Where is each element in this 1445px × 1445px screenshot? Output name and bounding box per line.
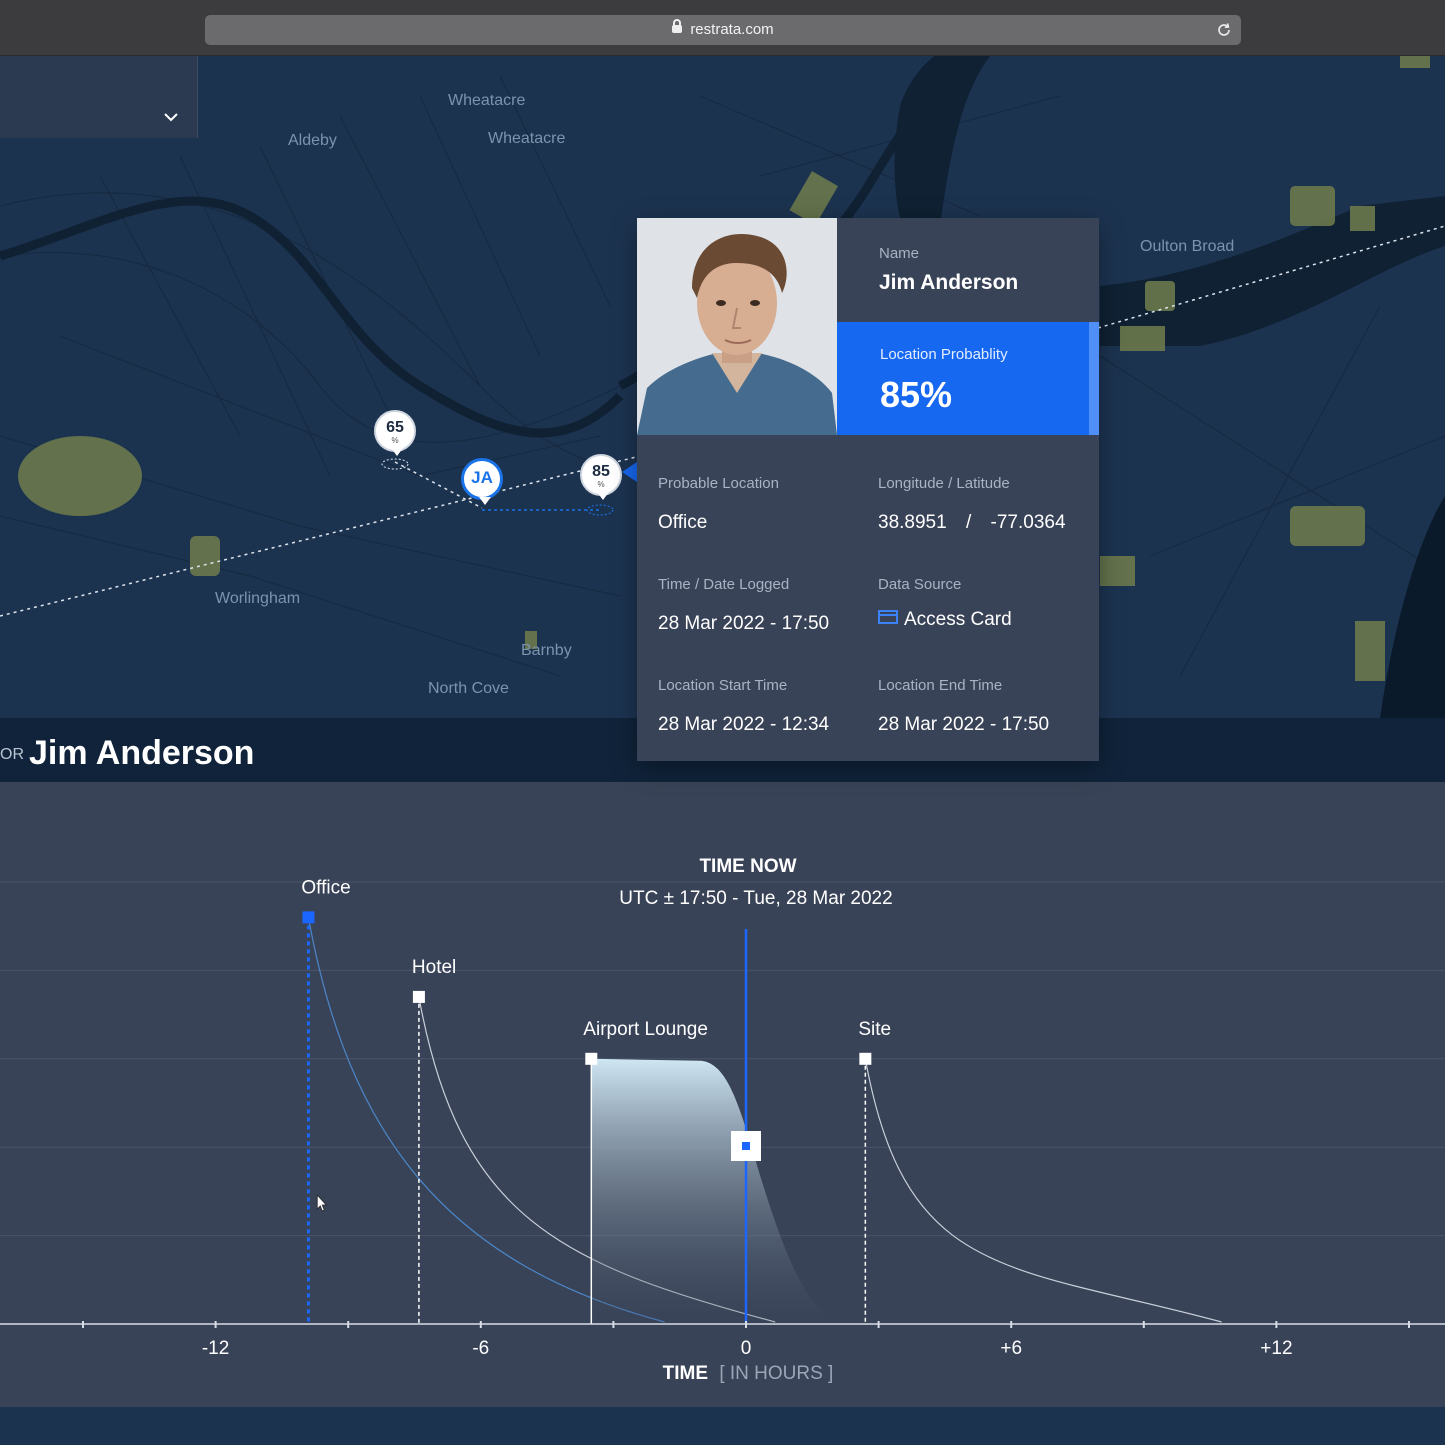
x-axis-label: TIME: [663, 1363, 708, 1384]
person-name: Jim Anderson: [879, 271, 1019, 294]
access-card-icon: [878, 610, 898, 624]
series-marker: [412, 990, 425, 1003]
data-source-label: Data Source: [878, 576, 962, 593]
person-pin[interactable]: JA: [461, 458, 503, 505]
reload-icon[interactable]: [1215, 21, 1233, 39]
probability-edge: [1089, 322, 1099, 435]
series-area: [591, 1058, 841, 1324]
x-tick-label: -12: [202, 1338, 229, 1359]
pin-value: 85: [592, 463, 610, 480]
series-label: Hotel: [412, 957, 456, 978]
map-place-label: Worlingham: [215, 590, 301, 607]
map-place-label: Aldeby: [288, 132, 337, 149]
probability-section: Location Probablity 85%: [837, 322, 1099, 435]
person-photo: [637, 218, 837, 435]
title-prefix: OR: [0, 746, 24, 763]
start-time-label: Location Start Time: [658, 677, 788, 694]
chart-subtitle: UTC ± 17:50 - Tue, 28 Mar 2022: [619, 888, 892, 909]
probable-location-value: Office: [658, 512, 708, 533]
address-bar[interactable]: restrata.com: [205, 15, 1241, 45]
svg-text:TIME [ IN HOURS ]: TIME [ IN HOURS ]: [663, 1363, 834, 1384]
map-footer: [0, 1407, 1445, 1445]
pin-value: 65: [386, 419, 404, 436]
probability-label: Location Probablity: [880, 346, 1008, 363]
latitude-value: -77.0364: [990, 512, 1066, 533]
chevron-down-icon: [164, 113, 178, 122]
map-place-label: Wheatacre: [448, 92, 526, 109]
person-name-heading: Jim Anderson: [29, 734, 255, 772]
pin-unit: %: [597, 480, 605, 489]
series-label: Airport Lounge: [583, 1019, 708, 1040]
name-section: Name Jim Anderson: [837, 218, 1099, 322]
browser-toolbar: restrata.com: [0, 0, 1445, 56]
lock-icon: [672, 19, 683, 33]
x-tick-label: +12: [1260, 1338, 1292, 1359]
series-label: Office: [301, 877, 350, 898]
start-time-value: 28 Mar 2022 - 12:34: [658, 714, 830, 735]
decay-curve: [864, 1058, 1222, 1323]
filter-dropdown[interactable]: [0, 56, 198, 138]
lonlat-label: Longitude / Latitude: [878, 475, 1010, 492]
pin-initials: JA: [471, 468, 493, 487]
longitude-value: 38.8951: [878, 512, 947, 533]
now-marker-dot: [742, 1142, 750, 1150]
x-axis-unit: [ IN HOURS ]: [719, 1363, 833, 1384]
name-label: Name: [879, 245, 920, 262]
location-timeline-chart: Office Hotel Airport Lounge Site -12 -6 0 +6 +1…: [0, 782, 1445, 1407]
series-marker: [859, 1052, 872, 1065]
series-marker: [585, 1052, 598, 1065]
lonlat-separator: /: [965, 512, 972, 533]
map-place-label: Barnby: [521, 642, 572, 659]
x-tick-label: +6: [1000, 1338, 1022, 1359]
end-time-value: 28 Mar 2022 - 17:50: [878, 714, 1050, 735]
series-marker: [302, 911, 315, 924]
time-logged-value: 28 Mar 2022 - 17:50: [658, 613, 830, 634]
chart-canvas: Office Hotel Airport Lounge Site -12 -6 0 +6 +1…: [0, 856, 1445, 1384]
person-detail-card: Name Jim Anderson Location Probablity 85…: [637, 218, 1099, 761]
probability-pin[interactable]: 85 %: [580, 454, 622, 500]
card-pointer: [622, 462, 637, 482]
map-place-label: North Cove: [428, 680, 509, 697]
probability-pin[interactable]: 65 %: [374, 410, 416, 456]
series-label: Site: [858, 1019, 891, 1040]
x-tick-label: 0: [741, 1338, 752, 1359]
end-time-label: Location End Time: [878, 677, 1003, 694]
chart-title: TIME NOW: [699, 856, 796, 877]
x-tick-label: -6: [472, 1338, 489, 1359]
url-text: restrata.com: [690, 21, 774, 38]
pin-unit: %: [391, 436, 399, 445]
hand-cursor-icon: [316, 1193, 328, 1212]
probability-value: 85%: [880, 374, 953, 415]
map-place-label: Oulton Broad: [1140, 238, 1235, 255]
probable-location-label: Probable Location: [658, 475, 779, 492]
data-source-value: Access Card: [904, 609, 1012, 630]
time-logged-label: Time / Date Logged: [658, 576, 790, 593]
map-place-label: Wheatacre: [488, 130, 566, 147]
